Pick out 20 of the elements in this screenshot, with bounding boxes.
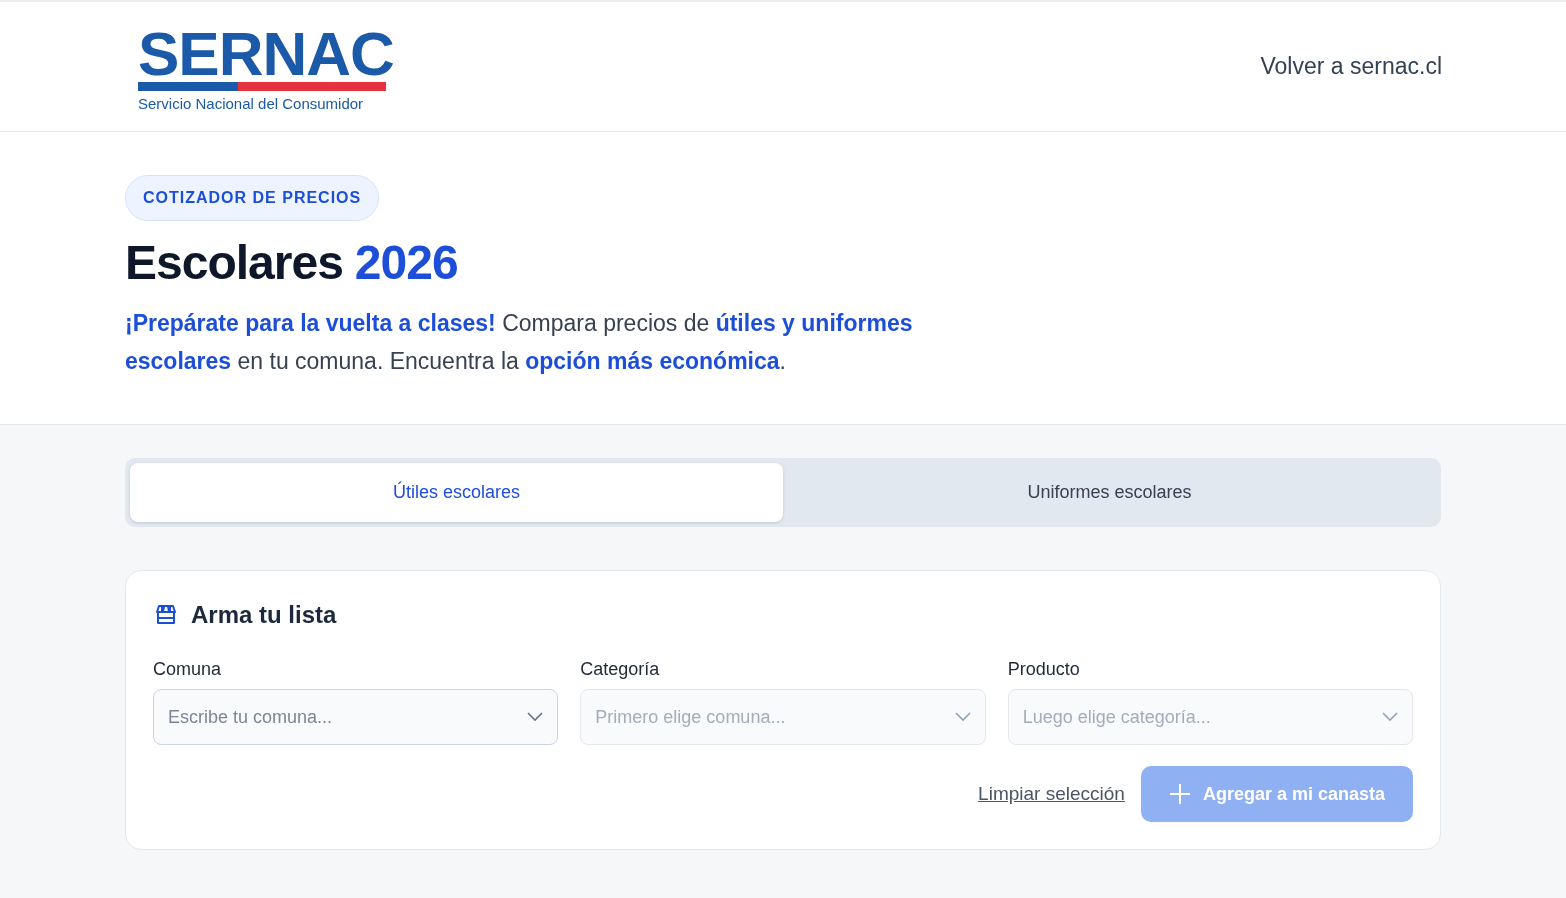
tab[interactable]: Útiles escolares — [130, 463, 783, 522]
field-label: Producto — [1007, 659, 1081, 680]
chevron-down-icon — [527, 712, 544, 722]
tab[interactable]: Uniformes escolares — [783, 463, 1436, 522]
title-year: 2026 — [354, 235, 458, 290]
chevron-down-icon — [1382, 712, 1398, 722]
back-link[interactable]: Volver a sernac.cl — [1260, 53, 1442, 80]
card-title: Arma tu lista — [191, 601, 337, 629]
page-title: Escolares — [125, 235, 343, 290]
section-badge: COTIZADOR DE PRECIOS — [125, 175, 380, 221]
select-field[interactable]: Escribe tu comuna... — [153, 689, 559, 745]
store-icon — [153, 603, 179, 627]
logo-tagline: Servicio Nacional del Consumidor — [138, 94, 365, 112]
chevron-down-icon — [954, 712, 971, 722]
field-label: Comuna — [153, 659, 223, 680]
plus-icon — [1168, 783, 1191, 805]
intro-text: ¡Prepárate para la vuelta a clases! Compara precios de útiles y uniformes escolares en tu comuna. Encuentra la opción más económica. — [125, 309, 914, 376]
clear-link[interactable]: Limpiar selección — [978, 783, 1125, 805]
logo-wordmark: SERNAC — [138, 21, 394, 86]
field-label: Categoría — [580, 659, 661, 680]
